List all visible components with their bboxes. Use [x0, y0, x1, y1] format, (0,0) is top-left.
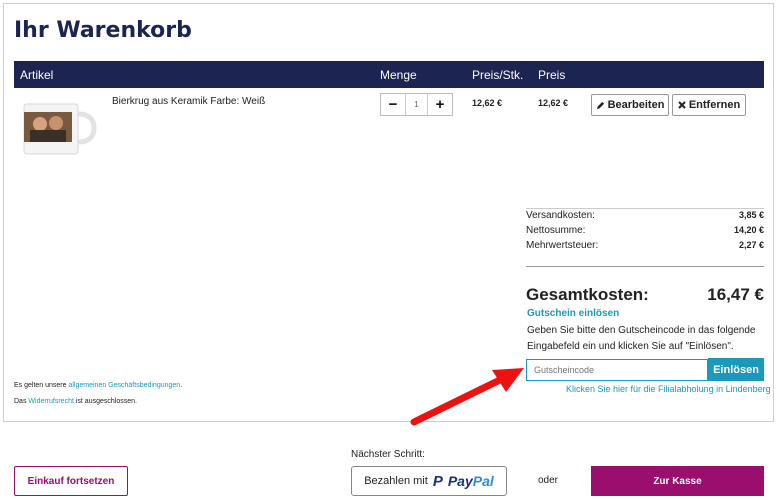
- paypal-prefix: Bezahlen mit: [364, 475, 428, 487]
- remove-button-label: Entfernen: [688, 99, 741, 111]
- unit-price: 12,62 €: [472, 98, 503, 108]
- checkout-button[interactable]: Zur Kasse: [591, 466, 764, 496]
- line-price: 12,62 €: [538, 98, 569, 108]
- total-value: 16,47 €: [707, 285, 764, 304]
- vat-value: 2,27 €: [738, 240, 764, 250]
- terms-notice: Es gelten unsere allgemeinen Geschäftsbe…: [14, 382, 182, 389]
- net-row: Nettosumme: 14,20 €: [526, 225, 764, 240]
- shipping-label: Versandkosten:: [526, 210, 595, 221]
- close-icon: [678, 101, 686, 109]
- page-title: Ihr Warenkorb: [14, 18, 192, 43]
- shipping-value: 3,85 €: [738, 210, 764, 220]
- continue-shopping-button[interactable]: Einkauf fortsetzen: [14, 466, 128, 496]
- coupon-instructions: Geben Sie bitte den Gutscheincode in das…: [527, 325, 756, 352]
- coupon-code-input[interactable]: [526, 359, 708, 381]
- withdrawal-prefix: Das: [14, 398, 29, 405]
- withdrawal-notice: Das Widerrufsrecht ist ausgeschlossen.: [14, 398, 137, 405]
- redeem-coupon-link[interactable]: Gutschein einlösen: [527, 308, 619, 319]
- pencil-icon: [596, 101, 604, 109]
- net-label: Nettosumme:: [526, 225, 586, 236]
- total-label: Gesamtkosten:: [526, 285, 649, 304]
- remove-button[interactable]: Entfernen: [672, 94, 746, 116]
- product-image[interactable]: [18, 98, 98, 156]
- column-quantity: Menge: [380, 68, 417, 82]
- terms-prefix: Es gelten unsere: [14, 382, 69, 389]
- vat-label: Mehrwertsteuer:: [526, 240, 599, 251]
- increase-quantity-button[interactable]: +: [428, 94, 452, 115]
- paypal-icon: P: [432, 472, 443, 490]
- withdrawal-suffix: ist ausgeschlossen.: [73, 398, 137, 405]
- terms-link[interactable]: allgemeinen Geschäftsbedingungen: [68, 382, 180, 389]
- redeem-button[interactable]: Einlösen: [708, 358, 764, 381]
- paypal-logo: PayPal: [447, 473, 494, 489]
- paypal-button[interactable]: Bezahlen mit P PayPal: [351, 466, 507, 496]
- terms-suffix: .: [180, 382, 183, 389]
- product-name[interactable]: Bierkrug aus Keramik Farbe: Weiß: [112, 96, 265, 107]
- shipping-row: Versandkosten: 3,85 €: [526, 210, 764, 225]
- column-price: Preis: [538, 68, 566, 82]
- net-value: 14,20 €: [733, 225, 764, 235]
- order-summary: Versandkosten: 3,85 € Nettosumme: 14,20 …: [526, 208, 764, 255]
- summary-divider: [526, 266, 764, 267]
- next-step-label: Nächster Schritt:: [351, 449, 425, 460]
- quantity-stepper: − 1 +: [380, 93, 453, 116]
- total-row: Gesamtkosten: 16,47 €: [526, 285, 764, 305]
- edit-button-label: Bearbeiten: [607, 99, 665, 111]
- store-pickup-link[interactable]: Klicken Sie hier für die Filialabholung …: [566, 384, 771, 394]
- column-unit-price: Preis/Stk.: [472, 68, 524, 82]
- annotation-arrow-icon: [410, 368, 524, 426]
- or-label: oder: [538, 475, 559, 486]
- column-article: Artikel: [20, 68, 54, 82]
- quantity-value[interactable]: 1: [405, 94, 428, 115]
- decrease-quantity-button[interactable]: −: [381, 94, 405, 115]
- cart-table-header: Artikel Menge Preis/Stk. Preis: [14, 61, 764, 88]
- withdrawal-link[interactable]: Widerrufsrecht: [28, 398, 74, 405]
- vat-row: Mehrwertsteuer: 2,27 €: [526, 240, 764, 255]
- edit-button[interactable]: Bearbeiten: [591, 94, 669, 116]
